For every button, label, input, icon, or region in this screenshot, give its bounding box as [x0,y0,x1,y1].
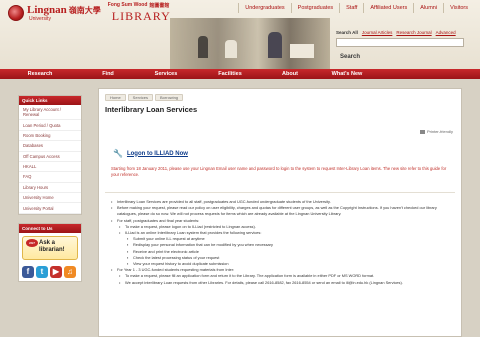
search-button[interactable]: Search [340,54,360,60]
services-list: Interlibrary Loan Services are provided … [111,199,455,286]
rss-icon[interactable]: ♫ [64,265,76,278]
twitter-icon[interactable]: t [36,265,48,278]
audience-link-staff[interactable]: Staff [339,3,363,13]
ask-librarian-label: Ask a librarian! [39,239,65,253]
audience-nav: Undergraduates Postgraduates Staff Affiliat… [238,3,474,13]
main-content: Home Services Borrowing Interlibrary Loan … [98,88,462,337]
connect-box: Connect to Us 24/7 Ask a librarian! f t … [18,222,82,282]
quick-link-item[interactable]: University Home [19,193,81,204]
quick-link-item[interactable]: FAQ [19,172,81,183]
audience-link-postgraduates[interactable]: Postgraduates [290,3,339,13]
audience-link-alumni[interactable]: Alumni [413,3,443,13]
illiad-login-link[interactable]: 🔧 Logon to ILLIAD Now [113,149,188,158]
facebook-icon[interactable]: f [22,265,34,278]
nav-find[interactable]: Find [80,69,136,79]
quick-link-item[interactable]: Room Booking [19,131,81,142]
sidebar: Quick Links My Library Account / Renewal… [18,95,82,290]
search-tab-journal-articles[interactable]: Journal Articles [362,30,393,35]
breadcrumb-item[interactable]: Borrowing [155,94,184,101]
library-name-cn: 館圖書館 [149,3,170,9]
library-name-en: Fong Sum Wood [107,2,148,8]
audience-link-undergraduates[interactable]: Undergraduates [238,3,290,13]
youtube-icon[interactable]: ▶ [50,265,62,278]
nav-research[interactable]: Research [0,69,80,79]
quick-link-item[interactable]: Library Hours [19,183,81,193]
search-input[interactable] [336,38,464,47]
audience-link-visitors[interactable]: Visitors [443,3,474,13]
library-word: LIBRARY [111,9,171,23]
search-tab-search-all[interactable]: Search All [336,30,358,35]
header-photo [170,18,330,69]
list-item: We accept interlibrary Loan requests fro… [111,280,455,286]
printer-label: Printer-friendly [426,129,453,134]
logo-subtitle: University [29,15,51,22]
university-seal-icon [8,5,24,21]
printer-friendly-link[interactable]: Printer-friendly [419,129,453,134]
quick-links-title: Quick Links [19,96,81,105]
nav-about[interactable]: About [264,69,316,79]
ask-logo-icon: 24/7 [26,238,38,247]
social-links: f t ▶ ♫ [19,263,81,281]
login-notice: Starting from 18 January 2011, please us… [111,166,447,177]
audience-link-affiliated-users[interactable]: Affiliated Users [363,3,413,13]
nav-what-s-new[interactable]: What's New [316,69,378,79]
page: Lingnan 嶺南大學 University Fong Sum Wood 館圖… [0,0,480,337]
quick-link-item[interactable]: Loan Period / Quota [19,120,81,131]
list-item: Before making your request, please read … [111,205,455,217]
quick-links-box: Quick Links My Library Account / Renewal… [18,95,82,215]
logo-name-cn: 嶺南大學 [68,5,101,15]
breadcrumb-item[interactable]: Home [105,94,126,101]
breadcrumb: Home Services Borrowing [105,94,184,101]
tools-icon: 🔧 [113,149,123,158]
connect-title: Connect to Us [19,223,81,233]
quick-link-item[interactable]: Off Campus Access [19,152,81,162]
search-panel: Search All Journal Articles Research Journ… [336,30,476,60]
search-tabs: Search All Journal Articles Research Journ… [336,30,476,35]
site-header: Lingnan 嶺南大學 University Fong Sum Wood 館圖… [0,0,480,69]
logo-name-en: Lingnan [27,3,67,16]
page-title: Interlibrary Loan Services [105,105,198,114]
printer-icon [419,129,425,134]
ask-librarian-button[interactable]: 24/7 Ask a librarian! [22,235,78,260]
quick-link-item[interactable]: HKALL [19,162,81,173]
nav-services[interactable]: Services [136,69,196,79]
main-nav: Research Find Services Facilities About What'… [0,69,480,79]
quick-link-item[interactable]: My Library Account / Renewal [19,105,81,121]
search-tab-research-journal[interactable]: Research Journal [396,30,431,35]
illiad-login-label: Logon to ILLIAD Now [126,150,188,157]
quick-link-item[interactable]: University Portal [19,203,81,214]
nav-facilities[interactable]: Facilities [196,69,264,79]
breadcrumb-item[interactable]: Services [127,94,154,101]
university-logo[interactable]: Lingnan 嶺南大學 University Fong Sum Wood 館圖… [8,2,171,23]
divider [105,192,455,193]
quick-link-item[interactable]: Databases [19,141,81,152]
search-tab-advanced[interactable]: Advanced [436,30,456,35]
